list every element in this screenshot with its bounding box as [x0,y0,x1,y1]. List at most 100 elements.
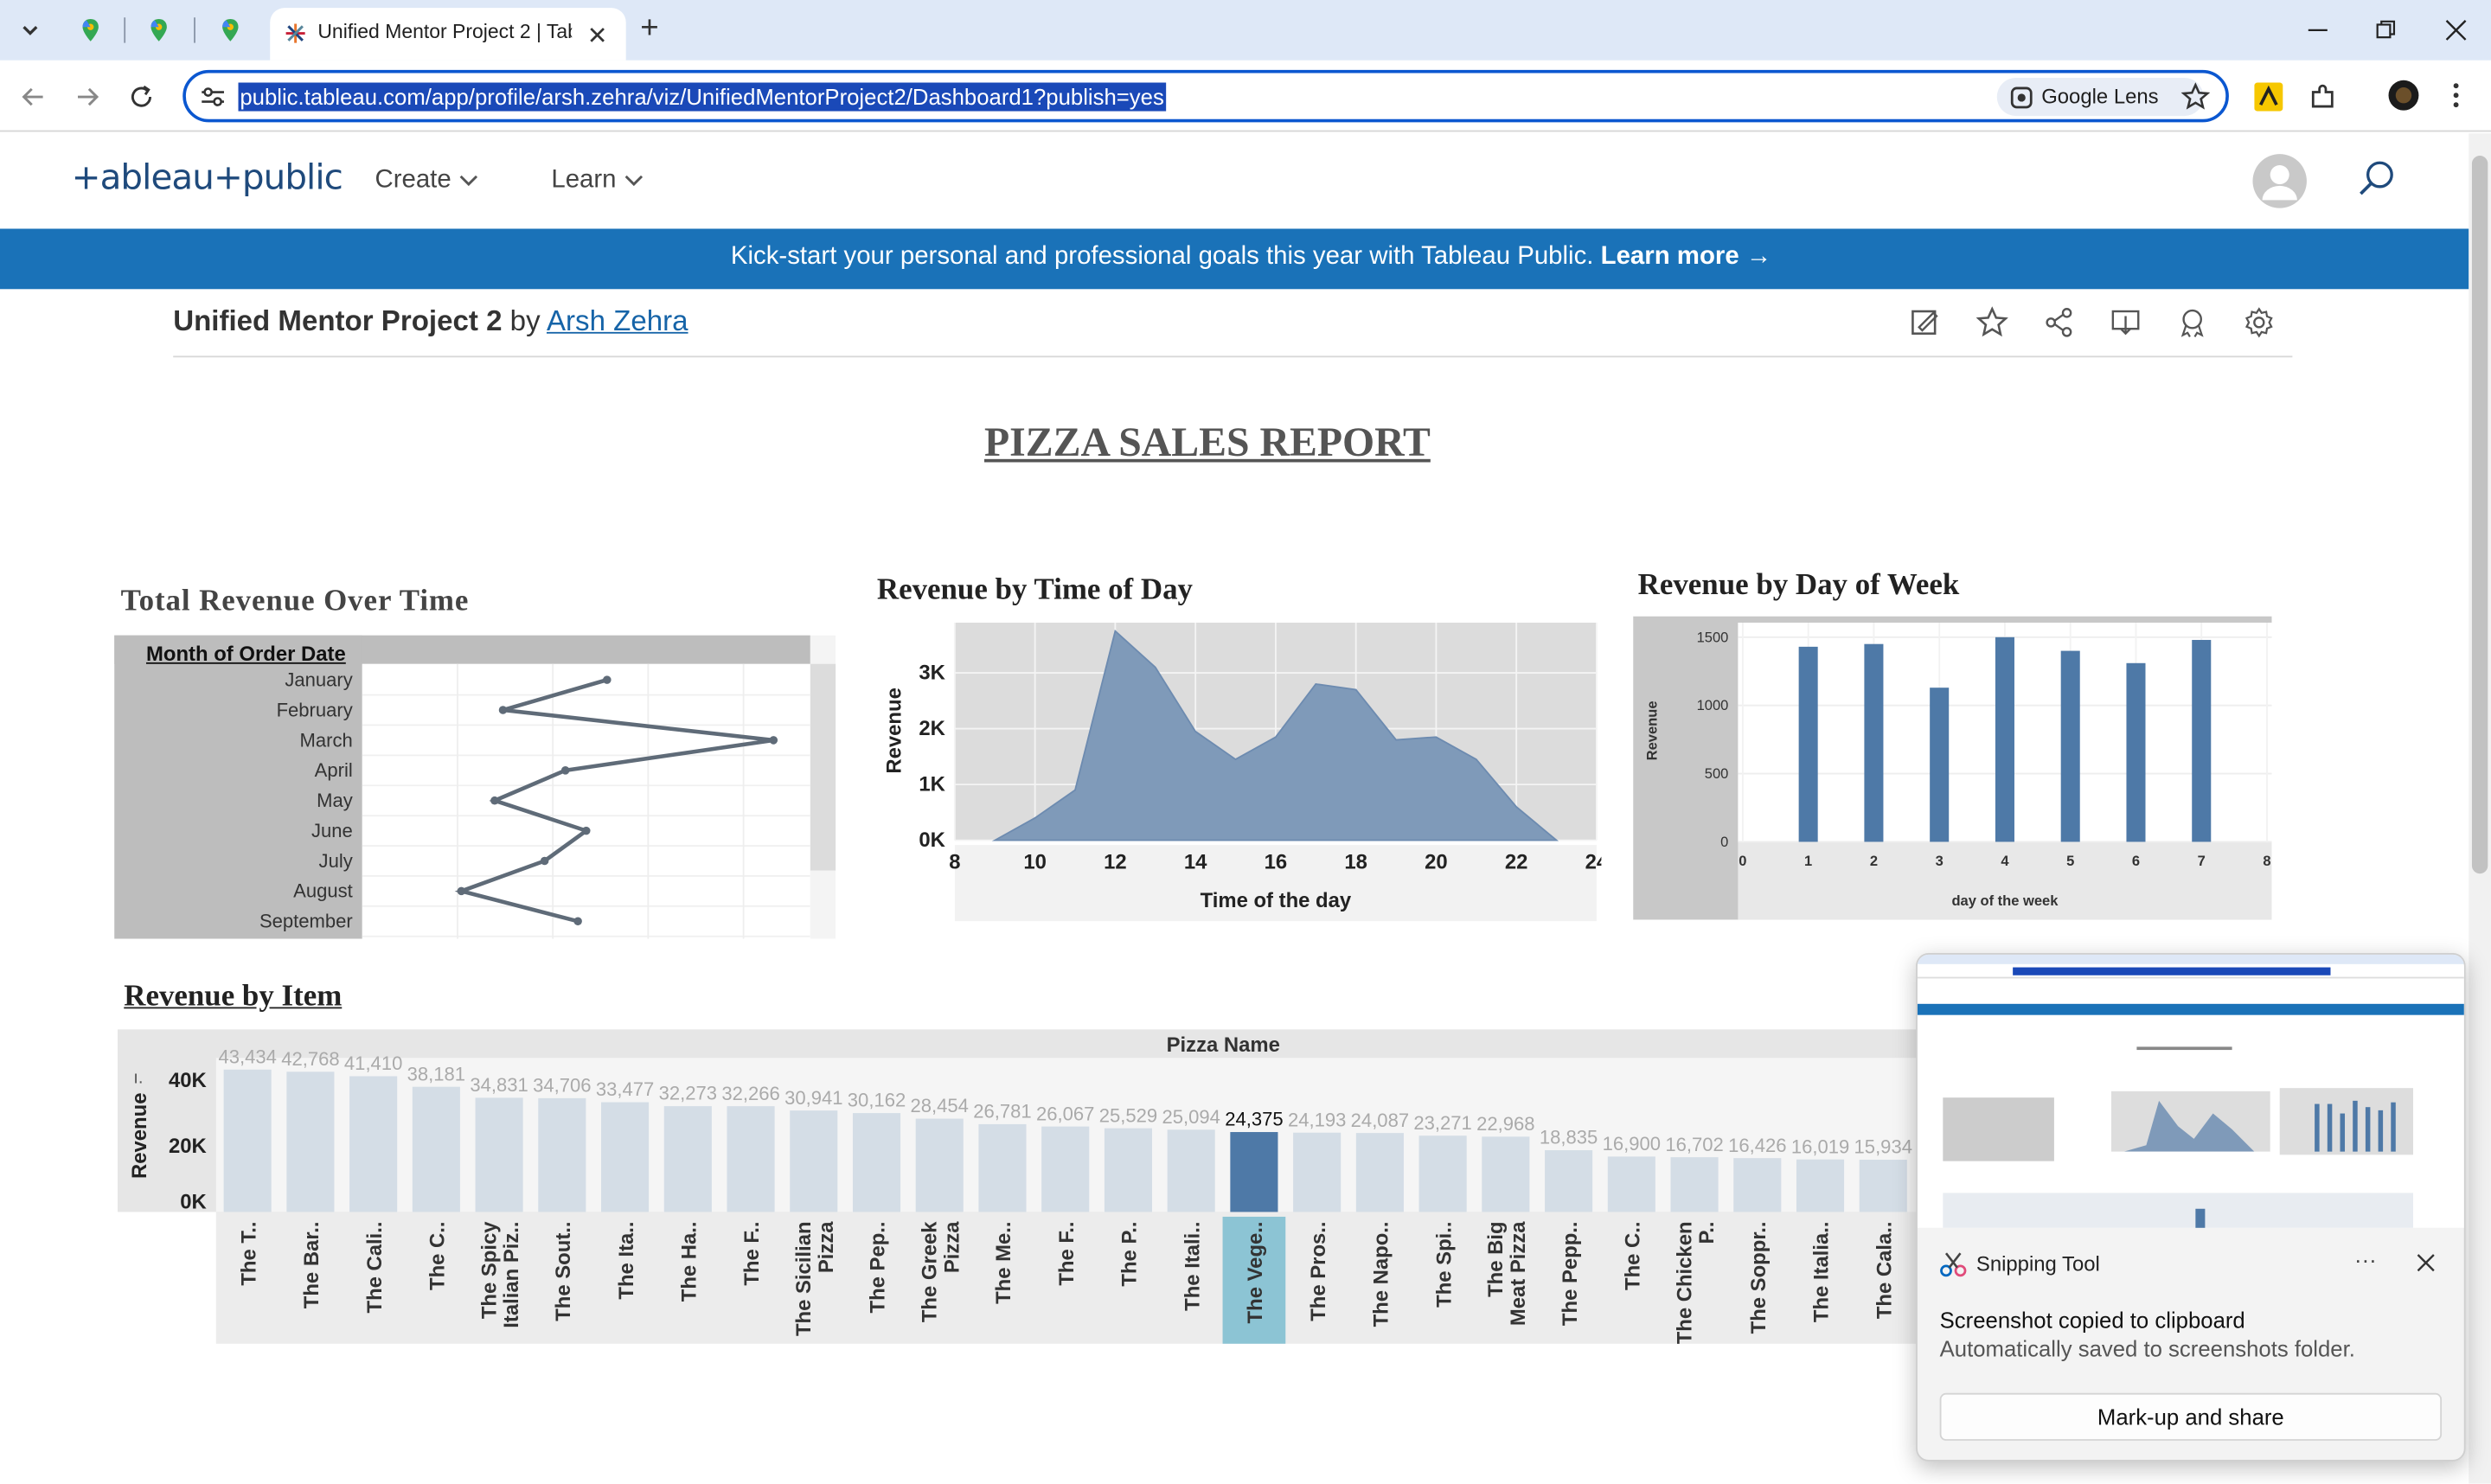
item-label: P.. [1695,1221,1719,1244]
google-maps-icon[interactable] [78,17,103,42]
bar-value-label: 42,768 [281,1048,339,1070]
item-label-group: The Sout.. [552,1221,575,1321]
author-link[interactable]: Arsh Zehra [547,305,688,337]
bar-day-1 [1798,646,1818,842]
month-header: Month of Order Date [145,642,346,666]
scroll-thumb[interactable] [2471,155,2488,874]
bar-value-label: 24,375 [1225,1109,1283,1130]
pizza-name-header: Pizza Name [1167,1033,1280,1057]
y-tick-label: 3K [919,661,945,684]
item-label: The Greek [919,1221,942,1322]
revenue-line [454,677,774,924]
item-label-group: The SpicyItalian Piz.. [477,1221,523,1328]
item-label: The Me.. [992,1221,1015,1303]
download-icon[interactable] [2110,306,2142,338]
bar-item [1545,1150,1593,1212]
item-label: The C.. [1622,1221,1645,1290]
page-scrollbar[interactable] [2469,133,2491,1484]
bar-item [1355,1133,1404,1212]
notification-close-icon[interactable] [2417,1253,2436,1272]
promo-banner: Kick-start your personal and professiona… [0,228,2469,290]
item-label: The Sicilian [792,1221,816,1336]
x-tick-label: 4 [2001,853,2009,869]
nav-create[interactable]: Create [375,167,480,195]
edit-in-tableau-icon[interactable] [1910,306,1942,338]
notification-more-button[interactable]: ··· [2354,1247,2377,1272]
divider [173,355,2293,358]
badge-icon[interactable] [2176,306,2208,338]
item-label-group: The F.. [740,1221,764,1285]
reload-icon[interactable] [127,83,156,112]
month-label: June [311,820,353,841]
bar-value-label: 22,968 [1476,1113,1534,1135]
item-label-group: The Vege.. [1244,1221,1267,1323]
more-menu-icon[interactable] [2445,81,2468,110]
snipping-tool-notification[interactable]: Snipping Tool ··· Screenshot copied to c… [1916,953,2466,1462]
x-tick-label: 6 [2132,853,2140,869]
month-label: April [315,759,353,781]
url-text[interactable]: public.tableau.com/app/profile/arsh.zehr… [238,82,1166,112]
item-label-group: The C.. [426,1221,450,1290]
minimize-icon[interactable] [2307,19,2329,42]
learn-more-link[interactable]: Learn more → [1601,243,1772,270]
bar-value-label: 16,900 [1603,1133,1661,1155]
screenshot-thumbnail[interactable] [1917,954,2464,1228]
bar-value-label: 32,266 [721,1083,779,1104]
user-avatar-icon[interactable] [2251,152,2308,209]
x-tick-label: 5 [2066,853,2074,869]
nav-create-label: Create [375,166,451,195]
bar-value-label: 26,067 [1036,1103,1094,1124]
google-maps-icon[interactable] [146,17,171,42]
x-tick-label: 3 [1936,853,1943,869]
extensions-puzzle-icon[interactable] [2308,83,2337,112]
site-settings-icon[interactable] [200,86,225,108]
bar-item [1482,1136,1530,1212]
address-bar[interactable]: public.tableau.com/app/profile/arsh.zehr… [183,69,2229,123]
bookmark-star-icon[interactable] [2180,82,2210,112]
search-icon[interactable] [2356,159,2398,201]
extension-icon[interactable] [2254,82,2283,112]
x-tick-label: 18 [1344,851,1367,874]
x-axis-label: Time of the day [1201,889,1352,912]
chart-scrollbar[interactable] [810,663,836,871]
google-lens-button[interactable]: Google Lens [1996,77,2204,117]
favorite-star-icon[interactable] [1976,306,2008,338]
y-axis-label: Revenue [1644,700,1661,760]
markup-and-share-button[interactable]: Mark-up and share [1939,1392,2443,1441]
new-tab-button[interactable]: + [640,11,658,48]
item-label-group: The Bar.. [300,1221,323,1308]
revenue-by-time-chart[interactable]: 8 10 12 14 16 18 20 22 24 0K 1K 2K 3K Time of the day… [870,622,1602,922]
bar-item [286,1071,335,1212]
month-label: January [285,668,352,690]
restore-icon[interactable] [2375,19,2398,42]
share-icon[interactable] [2043,306,2075,338]
back-icon[interactable] [19,83,48,112]
bar-item [1230,1132,1278,1212]
active-tab[interactable]: Unified Mentor Project 2 | Table [270,8,626,61]
bar-item [1733,1158,1782,1212]
close-tab-icon[interactable] [588,25,607,44]
item-label-group: The Itali.. [1181,1221,1204,1310]
bar-item [663,1106,712,1212]
tab-search-icon[interactable] [17,17,42,42]
month-label: July [319,850,353,872]
item-label: The Ita.. [615,1221,638,1299]
item-label: The C.. [426,1221,450,1290]
google-maps-icon[interactable] [218,17,243,42]
revenue-by-item-chart[interactable]: Pizza Name 0K 20K 40K Revenue ı. 43,434 The T..… [117,1029,1919,1344]
tableau-public-logo[interactable]: +ableau+public [72,159,343,199]
close-window-icon[interactable] [2445,19,2468,42]
notification-subtitle: Automatically saved to screenshots folde… [1939,1335,2355,1362]
bar-value-label: 32,273 [659,1083,717,1104]
profile-avatar-icon[interactable] [2388,80,2420,112]
forward-icon[interactable] [73,83,101,112]
item-label-group: The Ita.. [615,1221,638,1299]
bar-item [790,1110,838,1212]
item-label: The Ha.. [677,1221,701,1302]
revenue-by-day-chart[interactable]: 0 500 1000 1500 0 1 2 3 4 5 6 7 8 day of the week Reve… [1633,616,2272,920]
bar-item [1104,1128,1152,1212]
item-label: The Pros.. [1307,1221,1330,1321]
settings-gear-icon[interactable] [2243,306,2275,338]
revenue-over-time-panel[interactable]: Month of Order Date January February March… [114,635,836,939]
nav-learn[interactable]: Learn [551,167,645,195]
